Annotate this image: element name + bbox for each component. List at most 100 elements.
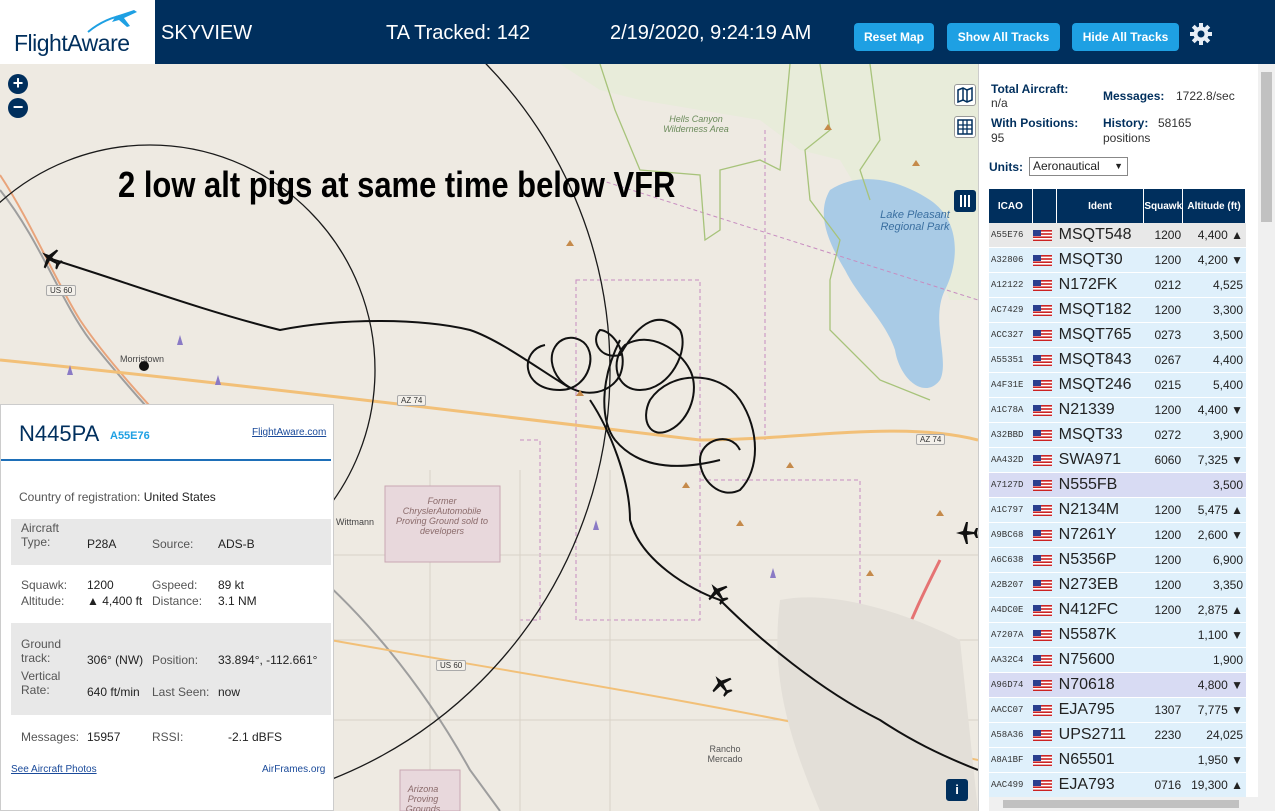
source-label: Source: bbox=[152, 537, 194, 551]
table-row[interactable]: AA32C4 N75600 1,900 bbox=[989, 648, 1246, 673]
zoom-out-button[interactable]: − bbox=[8, 98, 28, 118]
cell-ident: N7261Y bbox=[1056, 523, 1145, 548]
table-row[interactable]: ACC327 MSQT765 0273 3,500 bbox=[989, 323, 1246, 348]
reset-map-button[interactable]: Reset Map bbox=[854, 23, 934, 51]
cell-squawk bbox=[1144, 623, 1184, 648]
top-header: FlightAware SKYVIEW TA Tracked: 142 2/19… bbox=[0, 0, 1275, 64]
aircraft-table-container[interactable]: ICAO Ident Squawk Altitude (ft) A55E76 MS… bbox=[989, 189, 1246, 811]
cell-icao: AAC499 bbox=[989, 773, 1033, 798]
map-label-rancho-mercado: Rancho Mercado bbox=[707, 744, 743, 764]
us-flag-icon bbox=[1032, 330, 1052, 342]
horizontal-scroll-thumb[interactable] bbox=[1003, 800, 1239, 808]
table-row[interactable]: A1C797 N2134M 1200 5,475 ▲ bbox=[989, 498, 1246, 523]
cell-ident: N65501 bbox=[1056, 748, 1145, 773]
column-header-flag[interactable] bbox=[1032, 189, 1057, 223]
cell-squawk: 1200 bbox=[1144, 548, 1184, 573]
hide-all-tracks-button[interactable]: Hide All Tracks bbox=[1072, 23, 1179, 51]
table-row[interactable]: AC7429 MSQT182 1200 3,300 bbox=[989, 298, 1246, 323]
cell-altitude: 6,900 bbox=[1183, 548, 1246, 573]
gear-icon[interactable] bbox=[1188, 21, 1214, 47]
cell-altitude: 5,400 bbox=[1183, 373, 1246, 398]
cell-ident: N21339 bbox=[1056, 398, 1145, 423]
messages-label: Messages: bbox=[1103, 89, 1165, 103]
table-row[interactable]: A4DC0E N412FC 1200 2,875 ▲ bbox=[989, 598, 1246, 623]
cell-icao: A32BBD bbox=[989, 423, 1033, 448]
cell-icao: A1C797 bbox=[989, 498, 1033, 523]
see-aircraft-photos-link[interactable]: See Aircraft Photos bbox=[11, 764, 97, 775]
cell-icao: A8A1BF bbox=[989, 748, 1033, 773]
aircraft-icon[interactable] bbox=[954, 520, 978, 546]
column-header-icao[interactable]: ICAO bbox=[989, 189, 1033, 223]
table-row[interactable]: AA432D SWA971 6060 7,325 ▼ bbox=[989, 448, 1246, 473]
aircraft-table-body: A55E76 MSQT548 1200 4,400 ▲ A32806 MSQT30 1200… bbox=[989, 223, 1246, 798]
airframes-link[interactable]: AirFrames.org bbox=[262, 764, 325, 775]
columns-icon bbox=[960, 195, 970, 207]
column-header-squawk[interactable]: Squawk bbox=[1144, 189, 1184, 223]
us-flag-icon bbox=[1032, 680, 1052, 692]
cell-altitude: 2,600 ▼ bbox=[1183, 523, 1246, 548]
flightaware-link[interactable]: FlightAware.com bbox=[252, 427, 326, 438]
cell-squawk: 1200 bbox=[1144, 523, 1184, 548]
table-row[interactable]: A7127D N555FB 3,500 bbox=[989, 473, 1246, 498]
table-row[interactable]: A8A1BF N65501 1,950 ▼ bbox=[989, 748, 1246, 773]
cell-icao: AA32C4 bbox=[989, 648, 1033, 673]
cell-icao: A96D74 bbox=[989, 673, 1033, 698]
road-label-az74: AZ 74 bbox=[397, 395, 427, 406]
table-row[interactable]: A1C78A N21339 1200 4,400 ▼ bbox=[989, 398, 1246, 423]
table-row[interactable]: A9BC68 N7261Y 1200 2,600 ▼ bbox=[989, 523, 1246, 548]
table-row[interactable]: A7207A N5587K 1,100 ▼ bbox=[989, 623, 1246, 648]
us-flag-icon bbox=[1032, 580, 1052, 592]
info-button[interactable]: i bbox=[946, 779, 968, 801]
country-value: United States bbox=[143, 490, 216, 504]
aircraft-type-value: P28A bbox=[87, 537, 117, 551]
vertical-scroll-thumb[interactable] bbox=[1261, 72, 1272, 222]
cell-ident: N412FC bbox=[1056, 598, 1145, 623]
show-all-tracks-button[interactable]: Show All Tracks bbox=[947, 23, 1060, 51]
grid-toggle-button[interactable] bbox=[954, 116, 976, 138]
table-row[interactable]: A12122 N172FK 0212 4,525 bbox=[989, 273, 1246, 298]
cell-altitude: 1,900 bbox=[1183, 648, 1246, 673]
map-layers-button[interactable] bbox=[954, 84, 976, 106]
column-header-ident[interactable]: Ident bbox=[1056, 189, 1145, 223]
road-label-us60: US 60 bbox=[46, 285, 77, 296]
aircraft-sidebar: Total Aircraft: n/a Messages: 1722.8/sec… bbox=[978, 64, 1275, 811]
table-row[interactable]: A55351 MSQT843 0267 4,400 bbox=[989, 348, 1246, 373]
table-row[interactable]: A96D74 N70618 4,800 ▼ bbox=[989, 673, 1246, 698]
table-row[interactable]: AACC07 EJA795 1307 7,775 ▼ bbox=[989, 698, 1246, 723]
flightaware-logo[interactable]: FlightAware bbox=[0, 0, 155, 64]
map-label-wittmann: Wittmann bbox=[335, 517, 374, 527]
cell-altitude: 4,400 ▼ bbox=[1183, 398, 1246, 423]
vertical-scrollbar[interactable] bbox=[1258, 64, 1275, 811]
distance-value: 3.1 NM bbox=[218, 594, 257, 608]
cell-icao: AACC07 bbox=[989, 698, 1033, 723]
units-select[interactable]: Aeronautical ▼ bbox=[1029, 157, 1128, 176]
column-header-altitude[interactable]: Altitude (ft) bbox=[1183, 189, 1246, 223]
table-row[interactable]: A32806 MSQT30 1200 4,200 ▼ bbox=[989, 248, 1246, 273]
us-flag-icon bbox=[1032, 780, 1052, 792]
table-row[interactable]: A58A36 UPS2711 2230 24,025 bbox=[989, 723, 1246, 748]
cell-ident: N70618 bbox=[1056, 673, 1145, 698]
history-value: 58165 positions bbox=[1103, 116, 1192, 145]
table-row[interactable]: A4F31E MSQT246 0215 5,400 bbox=[989, 373, 1246, 398]
cell-ident: N5587K bbox=[1056, 623, 1145, 648]
table-row[interactable]: A2B207 N273EB 1200 3,350 bbox=[989, 573, 1246, 598]
table-row[interactable]: A6C638 N5356P 1200 6,900 bbox=[989, 548, 1246, 573]
cell-ident: MSQT33 bbox=[1056, 423, 1145, 448]
current-datetime: 2/19/2020, 9:24:19 AM bbox=[610, 22, 812, 44]
zoom-in-button[interactable]: + bbox=[8, 74, 28, 94]
cell-squawk: 1200 bbox=[1144, 398, 1184, 423]
map-label-morristown: Morristown bbox=[119, 354, 164, 364]
road-label-az74: AZ 74 bbox=[916, 434, 946, 445]
horizontal-scrollbar[interactable] bbox=[989, 797, 1258, 811]
table-row[interactable]: A32BBD MSQT33 0272 3,900 bbox=[989, 423, 1246, 448]
ground-track-value: 306° (NW) bbox=[87, 653, 144, 667]
cell-icao: A7127D bbox=[989, 473, 1033, 498]
cell-squawk: 0267 bbox=[1144, 348, 1184, 373]
table-row[interactable]: AAC499 EJA793 0716 19,300 ▲ bbox=[989, 773, 1246, 798]
altitude-value: ▲ 4,400 ft bbox=[87, 594, 143, 608]
table-row[interactable]: A55E76 MSQT548 1200 4,400 ▲ bbox=[989, 223, 1246, 248]
columns-toggle-button[interactable] bbox=[954, 190, 976, 212]
info-row-aircraft: Aircraft Type: P28A Source: ADS-B bbox=[11, 519, 331, 565]
cell-squawk: 0272 bbox=[1144, 423, 1184, 448]
cell-flag bbox=[1032, 423, 1057, 448]
